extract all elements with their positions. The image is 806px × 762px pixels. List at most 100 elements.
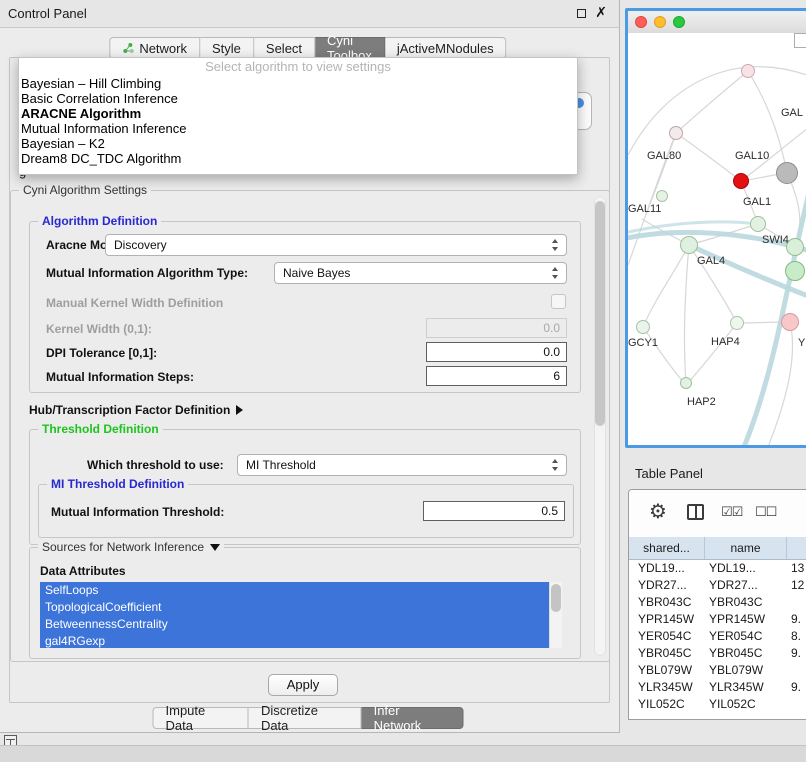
algorithm-option-dream8-dc-tdc-algorithm[interactable]: Dream8 DC_TDC Algorithm — [19, 151, 577, 166]
network-node-gal10[interactable] — [733, 173, 749, 189]
tab-style[interactable]: Style — [200, 37, 254, 59]
network-node-gcy1[interactable] — [636, 320, 650, 334]
stepper-arrows-icon — [552, 267, 559, 279]
algorithm-option-aracne-algorithm[interactable]: ARACNE Algorithm — [19, 106, 577, 121]
attribute-item-selfloops[interactable]: SelfLoops — [40, 582, 549, 599]
tab-network[interactable]: Network — [109, 37, 200, 59]
settings-scrollbar-thumb[interactable] — [595, 201, 605, 426]
tab-jactivemnodules[interactable]: jActiveMNodules — [385, 37, 507, 59]
column-header-shared[interactable]: shared... — [629, 537, 705, 559]
table-toolbar: ⚙ ☑☑ ☐☐ — [629, 490, 806, 538]
algorithm-option-bayesian-k2[interactable]: Bayesian – K2 — [19, 136, 577, 151]
sources-title-text: Sources for Network Inference — [42, 540, 204, 554]
close-icon[interactable]: ✗ — [595, 4, 607, 21]
attributes-scrollbar-thumb[interactable] — [551, 584, 561, 612]
mi-type-select[interactable]: Naive Bayes — [274, 262, 567, 284]
stepper-arrows-icon — [552, 239, 559, 251]
hub-definition-label: Hub/Transcription Factor Definition — [29, 403, 230, 417]
network-canvas[interactable]: GALGAL80GAL10GAL11GAL1SWI4GAL4GCY1HAP4YH… — [628, 33, 806, 445]
tab-infer-network[interactable]: Infer Network — [362, 707, 464, 729]
aracne-mode-select[interactable]: Discovery — [105, 234, 567, 256]
kernel-width-field[interactable]: 0.0 — [426, 318, 567, 338]
table-row[interactable]: YBR045CYBR045C9. — [629, 645, 806, 662]
node-label-swi4: SWI4 — [762, 234, 789, 246]
node-label-hap4: HAP4 — [711, 336, 740, 348]
attribute-item-gal4rgexp[interactable]: gal4RGexp — [40, 633, 549, 648]
collapsed-arrow-icon — [236, 405, 243, 415]
settings-group-title: Cyni Algorithm Settings — [19, 183, 151, 197]
tab-discretize-data[interactable]: Discretize Data — [249, 707, 362, 729]
table-row[interactable]: YER054CYER054C8. — [629, 628, 806, 645]
network-node-hap4[interactable] — [730, 316, 744, 330]
network-node-gal1[interactable] — [750, 216, 766, 232]
hub-definition-toggle[interactable]: Hub/Transcription Factor Definition — [29, 401, 243, 419]
manual-kernel-checkbox[interactable] — [551, 294, 566, 309]
table-row[interactable]: YIL052CYIL052C — [629, 696, 806, 713]
table-cell: YBR045C — [629, 645, 705, 662]
sources-group-title[interactable]: Sources for Network Inference — [38, 540, 224, 554]
settings-scrollbar[interactable] — [594, 196, 606, 656]
table-cell: YBR043C — [629, 594, 705, 611]
attribute-item-betweennesscentrality[interactable]: BetweennessCentrality — [40, 616, 549, 633]
network-node-gal4[interactable] — [680, 236, 698, 254]
columns-icon[interactable] — [687, 504, 704, 520]
network-scrollbar-corner[interactable] — [794, 33, 806, 48]
algorithm-option-bayesian-hill-climbing[interactable]: Bayesian – Hill Climbing — [19, 76, 577, 91]
control-panel-titlebar[interactable]: Control Panel ✗ — [0, 0, 619, 28]
mi-threshold-field[interactable]: 0.5 — [423, 501, 565, 521]
float-window-icon[interactable] — [577, 9, 586, 18]
deselect-all-icon[interactable]: ☐☐ — [755, 504, 776, 520]
apply-button[interactable]: Apply — [268, 674, 338, 696]
tab-cyni-toolbox[interactable]: Cyni Toolbox — [315, 37, 385, 59]
network-node-hap2[interactable] — [680, 377, 692, 389]
table-row[interactable]: YDR27...YDR27...12 — [629, 577, 806, 594]
node-label-gal: GAL — [781, 107, 803, 119]
minimize-traffic-light[interactable] — [654, 16, 666, 28]
tab-impute-data[interactable]: Impute Data — [153, 707, 249, 729]
table-row[interactable]: YLR345WYLR345W9. — [629, 679, 806, 696]
table-row[interactable]: YDL19...YDL19...13 — [629, 560, 806, 577]
dpi-tolerance-field[interactable]: 0.0 — [426, 342, 567, 362]
data-attributes-label: Data Attributes — [40, 564, 126, 578]
table-cell: YER054C — [705, 628, 787, 645]
close-traffic-light[interactable] — [635, 16, 647, 28]
node-label-gal80: GAL80 — [647, 150, 681, 162]
algorithm-list: Bayesian – Hill ClimbingBasic Correlatio… — [19, 76, 577, 166]
network-node[interactable] — [781, 313, 799, 331]
algorithm-definition-group: Algorithm Definition Aracne Mode: Discov… — [29, 221, 581, 393]
table-cell: YDL19... — [629, 560, 705, 577]
table-row[interactable]: YBR043CYBR043C — [629, 594, 806, 611]
network-node[interactable] — [785, 261, 805, 281]
network-window-titlebar[interactable] — [628, 11, 806, 34]
table-row[interactable]: YPR145WYPR145W9. — [629, 611, 806, 628]
table-panel-window: ⚙ ☑☑ ☐☐ shared...name YDL19...YDL19...13… — [628, 489, 806, 720]
gear-icon[interactable]: ⚙ — [649, 499, 667, 524]
sources-group: Sources for Network Inference Data Attri… — [29, 547, 581, 659]
column-header-2[interactable] — [787, 537, 806, 559]
network-view-window: GALGAL80GAL10GAL11GAL1SWI4GAL4GCY1HAP4YH… — [625, 8, 806, 448]
select-all-icon[interactable]: ☑☑ — [721, 504, 742, 520]
network-node[interactable] — [741, 64, 755, 78]
table-cell: 8. — [787, 628, 806, 645]
network-node-gal80[interactable] — [669, 126, 683, 140]
network-node[interactable] — [776, 162, 798, 184]
tab-select[interactable]: Select — [254, 37, 315, 59]
column-header-name[interactable]: name — [705, 537, 787, 559]
which-threshold-select[interactable]: MI Threshold — [237, 454, 567, 476]
algorithm-option-mutual-information-inference[interactable]: Mutual Information Inference — [19, 121, 577, 136]
table-cell: YER054C — [629, 628, 705, 645]
node-label-y: Y — [798, 337, 805, 349]
network-node-gal11[interactable] — [656, 190, 668, 202]
table-cell: YPR145W — [705, 611, 787, 628]
algorithm-dropdown-popup: Select algorithm to view settings Bayesi… — [18, 57, 578, 175]
attribute-item-topologicalcoefficient[interactable]: TopologicalCoefficient — [40, 599, 549, 616]
table-cell: YBL079W — [705, 662, 787, 679]
zoom-traffic-light[interactable] — [673, 16, 685, 28]
mi-steps-field[interactable]: 6 — [426, 366, 567, 386]
algorithm-option-basic-correlation-inference[interactable]: Basic Correlation Inference — [19, 91, 577, 106]
attributes-scrollbar[interactable] — [549, 582, 562, 648]
table-row[interactable]: YBL079WYBL079W — [629, 662, 806, 679]
cyni-algorithm-settings-group: Cyni Algorithm Settings Algorithm Defini… — [10, 190, 610, 662]
table-rows: YDL19...YDL19...13YDR27...YDR27...12YBR0… — [629, 560, 806, 719]
table-cell: YBL079W — [629, 662, 705, 679]
